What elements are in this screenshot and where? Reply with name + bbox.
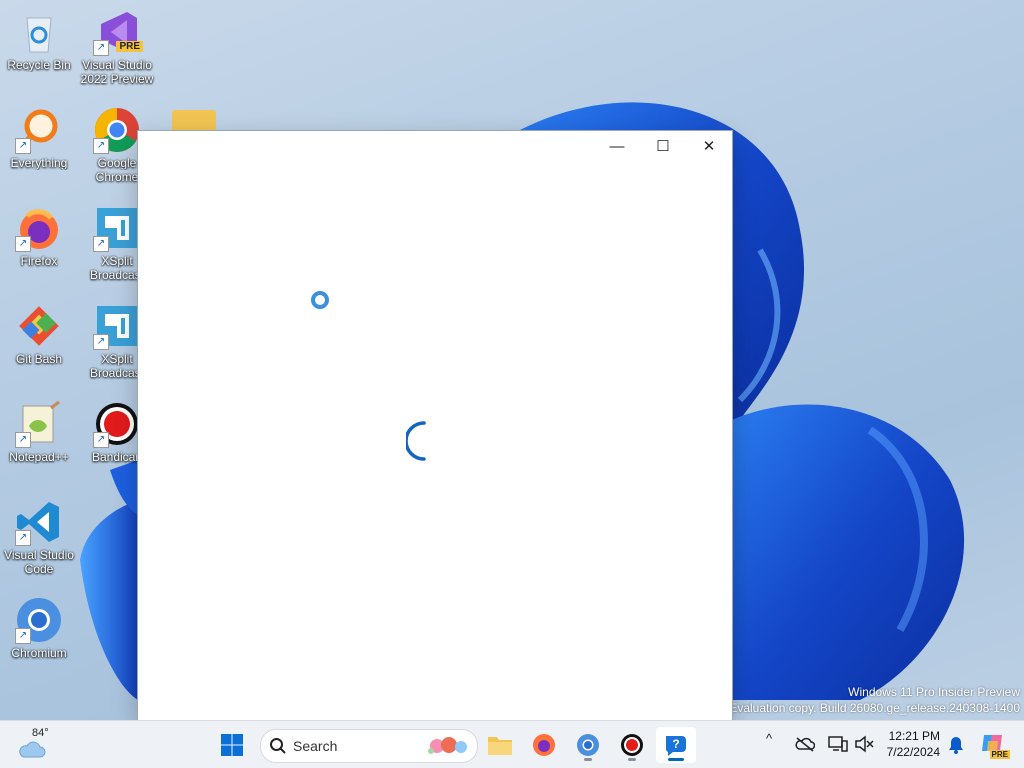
close-button[interactable]: ✕ <box>686 131 732 161</box>
volume-muted-icon[interactable] <box>854 735 874 753</box>
running-indicator <box>628 758 636 761</box>
recycle-bin-icon <box>15 8 63 56</box>
chrome-icon: ↗ <box>93 106 141 154</box>
network-icon[interactable] <box>828 735 848 753</box>
desktop-icon-label: Chromium <box>11 646 67 660</box>
search-icon <box>270 738 286 754</box>
desktop-icon-label: Visual Studio <box>4 548 74 562</box>
svg-text:?: ? <box>672 737 679 751</box>
desktop-icon-label: Everything <box>10 156 68 170</box>
pre-badge: PRE <box>116 41 143 52</box>
desktop-icon-label: 2022 Preview <box>80 72 154 86</box>
desktop-icon-label: Firefox <box>20 254 58 268</box>
xsplit-icon: ↗ <box>93 204 141 252</box>
desktop-icon-notepadpp[interactable]: ↗ Notepad++ <box>1 396 77 488</box>
bandicam-icon <box>621 734 643 756</box>
help-icon: ? <box>665 736 686 756</box>
shortcut-arrow-icon: ↗ <box>15 236 31 252</box>
taskbar-search-box[interactable]: Search <box>260 729 478 763</box>
loading-dot-icon <box>311 291 329 309</box>
taskbar-bandicam[interactable] <box>612 727 652 763</box>
chromium-icon: ↗ <box>15 596 63 644</box>
weather-temp: 84° <box>32 727 49 739</box>
shortcut-arrow-icon: ↗ <box>15 138 31 154</box>
shortcut-arrow-icon: ↗ <box>15 530 31 546</box>
watermark-build: Evaluation copy. Build 26080.ge_release.… <box>729 701 1020 715</box>
start-button[interactable] <box>212 727 252 763</box>
shortcut-arrow-icon: ↗ <box>93 432 109 448</box>
vscode-icon: ↗ <box>15 498 63 546</box>
desktop-icon-label: Notepad++ <box>9 450 69 464</box>
desktop-icon-everything[interactable]: ↗ Everything <box>1 102 77 194</box>
app-window[interactable]: — ☐ ✕ <box>138 131 732 720</box>
firefox-icon <box>533 734 555 756</box>
active-indicator <box>668 758 684 761</box>
desktop-icon-label: Code <box>24 562 54 576</box>
bandicam-icon: ↗ <box>93 400 141 448</box>
copilot-pre-badge: PRE <box>989 750 1010 759</box>
git-bash-icon <box>15 302 63 350</box>
shortcut-arrow-icon: ↗ <box>93 138 109 154</box>
minimize-button[interactable]: — <box>594 131 640 161</box>
taskbar-clock[interactable]: 12:21 PM 7/22/2024 <box>887 728 940 760</box>
shortcut-arrow-icon: ↗ <box>15 628 31 644</box>
shortcut-arrow-icon: ↗ <box>93 40 109 56</box>
loading-spinner-icon <box>406 421 426 461</box>
taskbar-get-help[interactable]: ? <box>656 727 696 763</box>
xsplit-icon: ↗ <box>93 302 141 350</box>
onedrive-offline-icon[interactable] <box>795 736 815 752</box>
firefox-icon: ↗ <box>15 204 63 252</box>
search-highlight-icon <box>428 737 467 754</box>
windows-logo-icon <box>221 734 243 756</box>
weather-widget[interactable]: 84° <box>14 727 54 763</box>
desktop-icon-git-bash[interactable]: Git Bash <box>1 298 77 390</box>
watermark-edition: Windows 11 Pro Insider Preview <box>848 685 1020 699</box>
taskbar-chromium[interactable] <box>568 727 608 763</box>
running-indicator <box>584 758 592 761</box>
desktop-icon-firefox[interactable]: ↗ Firefox <box>1 200 77 292</box>
shortcut-arrow-icon: ↗ <box>93 334 109 350</box>
desktop-icon-recycle-bin[interactable]: Recycle Bin <box>1 4 77 96</box>
everything-icon: ↗ <box>15 106 63 154</box>
shortcut-arrow-icon: ↗ <box>93 236 109 252</box>
notepadpp-icon: ↗ <box>15 400 63 448</box>
desktop-icon-label: Git Bash <box>15 352 63 366</box>
desktop-icon-vscode[interactable]: ↗ Visual Studio Code <box>1 494 77 586</box>
clock-time: 12:21 PM <box>888 729 940 743</box>
notification-bell-icon[interactable] <box>948 736 964 754</box>
clock-date: 7/22/2024 <box>886 745 940 759</box>
maximize-button[interactable]: ☐ <box>640 131 686 161</box>
desktop-icon-chromium[interactable]: ↗ Chromium <box>1 592 77 684</box>
chromium-icon <box>577 734 599 756</box>
cloud-icon <box>19 741 46 758</box>
folder-icon <box>488 737 512 755</box>
search-placeholder: Search <box>293 738 338 754</box>
visual-studio-icon: PRE ↗ <box>93 8 143 56</box>
show-hidden-icons-button[interactable]: ^ <box>766 731 772 746</box>
taskbar: 84° Search ? ^ 12:21 PM 7/22/2024 PRE <box>0 720 1024 768</box>
desktop-icon-label: Visual Studio <box>82 58 152 72</box>
shortcut-arrow-icon: ↗ <box>15 432 31 448</box>
copilot-button[interactable]: PRE <box>980 731 1010 759</box>
taskbar-firefox[interactable] <box>524 727 564 763</box>
folder-icon[interactable] <box>172 110 216 132</box>
taskbar-file-explorer[interactable] <box>480 727 520 763</box>
desktop-icon-label: Recycle Bin <box>7 58 71 72</box>
desktop-icon-visual-studio-preview[interactable]: PRE ↗ Visual Studio 2022 Preview <box>79 4 155 96</box>
